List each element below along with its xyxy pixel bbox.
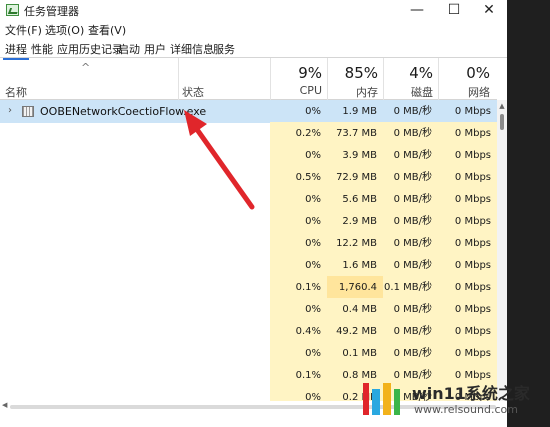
watermark-title: win11系统之家 [412, 384, 530, 403]
windows-logo-icon [363, 383, 400, 415]
watermark-url: www.relsound.com [414, 403, 518, 416]
red-arrow-annotation [184, 110, 255, 210]
site-watermark: win11系统之家 www.relsound.com [360, 377, 550, 427]
